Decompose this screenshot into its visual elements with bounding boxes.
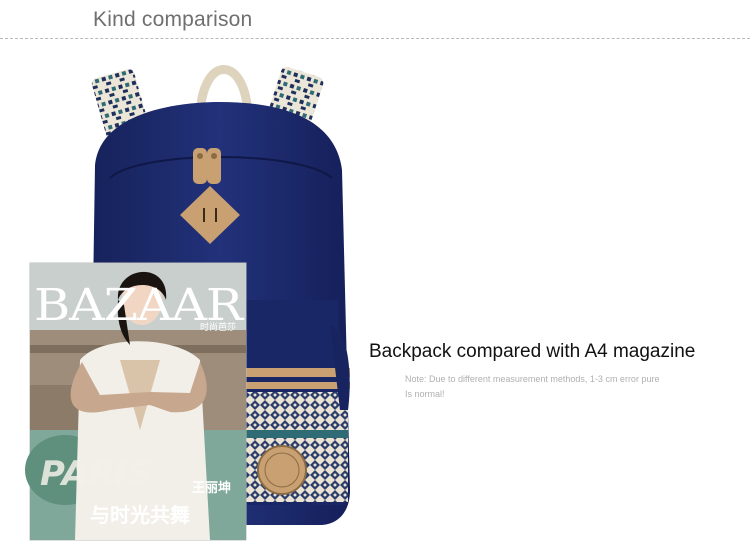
magazine-cover-side: 王丽坤 [192,480,231,496]
magazine-cover-word: PARIS [40,454,151,494]
dashed-divider [0,38,750,39]
magazine: BAZAAR 时尚芭莎 PARIS 王丽坤 与时光共舞 [25,262,247,541]
comparison-caption: Backpack compared with A4 magazine [369,341,696,362]
measurement-note: Note: Due to different measurement metho… [405,372,705,402]
product-comparison-image: BAZAAR 时尚芭莎 PARIS 王丽坤 与时光共舞 [25,65,350,541]
measurement-note-line1: Note: Due to different measurement metho… [405,374,660,384]
magazine-cover-line: 与时光共舞 [90,503,190,527]
magazine-subtitle: 时尚芭莎 [200,321,236,333]
section-title: Kind comparison [93,8,253,31]
measurement-note-line2: Is normal! [405,389,445,399]
